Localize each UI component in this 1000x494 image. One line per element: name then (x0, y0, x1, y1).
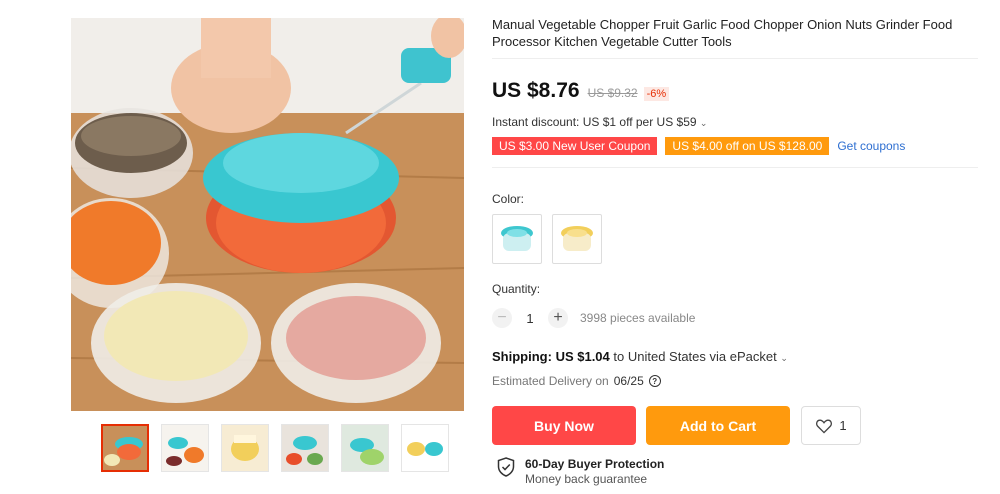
thumbnail-6[interactable] (401, 424, 449, 472)
thumbnail-5[interactable] (341, 424, 389, 472)
store-coupon[interactable]: US $4.00 off on US $128.00 (665, 137, 830, 155)
thumbnail-image (342, 425, 388, 471)
new-user-coupon[interactable]: US $3.00 New User Coupon (492, 137, 658, 155)
heart-icon (816, 419, 833, 433)
protection-subtitle: Money back guarantee (525, 472, 648, 486)
discount-badge: -6% (643, 87, 670, 101)
thumbnail-image (402, 425, 448, 471)
decrease-quantity-button[interactable]: − (492, 308, 512, 328)
divider (492, 167, 978, 168)
estimated-delivery: Estimated Delivery on 06/25 ? (492, 374, 978, 388)
protection-text: 60-Day Buyer Protection Money back guara… (525, 457, 664, 486)
wishlist-count: 1 (839, 418, 847, 433)
shipping-destination: to United States via ePacket (613, 349, 777, 364)
product-title: Manual Vegetable Chopper Fruit Garlic Fo… (492, 17, 953, 49)
delivery-label: Estimated Delivery on (492, 374, 609, 388)
shield-check-icon (497, 457, 515, 477)
original-price: US $9.32 (587, 86, 638, 100)
color-option-yellow[interactable] (552, 214, 602, 264)
chevron-down-icon: ⌄ (780, 353, 788, 363)
quantity-value[interactable]: 1 (524, 311, 536, 326)
thumbnail-3[interactable] (221, 424, 269, 472)
thumbnail-1[interactable] (101, 424, 149, 472)
thumbnail-image (222, 425, 268, 471)
add-to-cart-button[interactable]: Add to Cart (646, 406, 790, 445)
delivery-date: 06/25 (613, 374, 644, 388)
shipping-label: Shipping: (492, 349, 552, 364)
buy-now-button[interactable]: Buy Now (492, 406, 636, 445)
stock-available: 3998 pieces available (580, 311, 696, 325)
color-option-teal[interactable] (492, 214, 542, 264)
wishlist-button[interactable]: 1 (801, 406, 861, 445)
buyer-protection: 60-Day Buyer Protection Money back guara… (492, 457, 978, 486)
current-price: US $8.76 (492, 79, 580, 102)
thumbnail-4[interactable] (281, 424, 329, 472)
coupon-row: US $3.00 New User Coupon US $4.00 off on… (492, 137, 978, 155)
protection-title: 60-Day Buyer Protection (525, 457, 665, 471)
color-label: Color: (492, 192, 525, 206)
chevron-down-icon: ⌄ (699, 118, 708, 128)
increase-quantity-button[interactable]: + (548, 308, 568, 328)
quantity-stepper: − 1 + 3998 pieces available (492, 308, 978, 328)
thumbnail-2[interactable] (161, 424, 209, 472)
instant-discount-text: Instant discount: US $1 off per US $59 (492, 115, 697, 129)
shipping-cost: US $1.04 (555, 349, 610, 364)
shipping-info[interactable]: Shipping: US $1.04 to United States via … (492, 349, 978, 364)
product-info: Manual Vegetable Chopper Fruit Garlic Fo… (492, 16, 978, 486)
thumbnail-image (282, 425, 328, 471)
quantity-label: Quantity: (492, 282, 541, 296)
instant-discount[interactable]: Instant discount: US $1 off per US $59 ⌄ (492, 115, 978, 129)
thumbnail-image (162, 425, 208, 471)
get-coupons-link[interactable]: Get coupons (837, 139, 905, 153)
main-product-image (71, 18, 464, 411)
action-buttons: Buy Now Add to Cart 1 (492, 406, 978, 445)
swatch-image (561, 226, 593, 251)
help-icon[interactable]: ? (648, 375, 661, 387)
divider (492, 58, 978, 59)
product-photo (71, 18, 464, 411)
price-row: US $8.76 US $9.32 -6% (492, 79, 978, 103)
thumbnail-image (103, 426, 147, 470)
swatch-image (501, 226, 533, 251)
color-swatches (492, 214, 978, 264)
thumbnail-strip (101, 424, 449, 472)
